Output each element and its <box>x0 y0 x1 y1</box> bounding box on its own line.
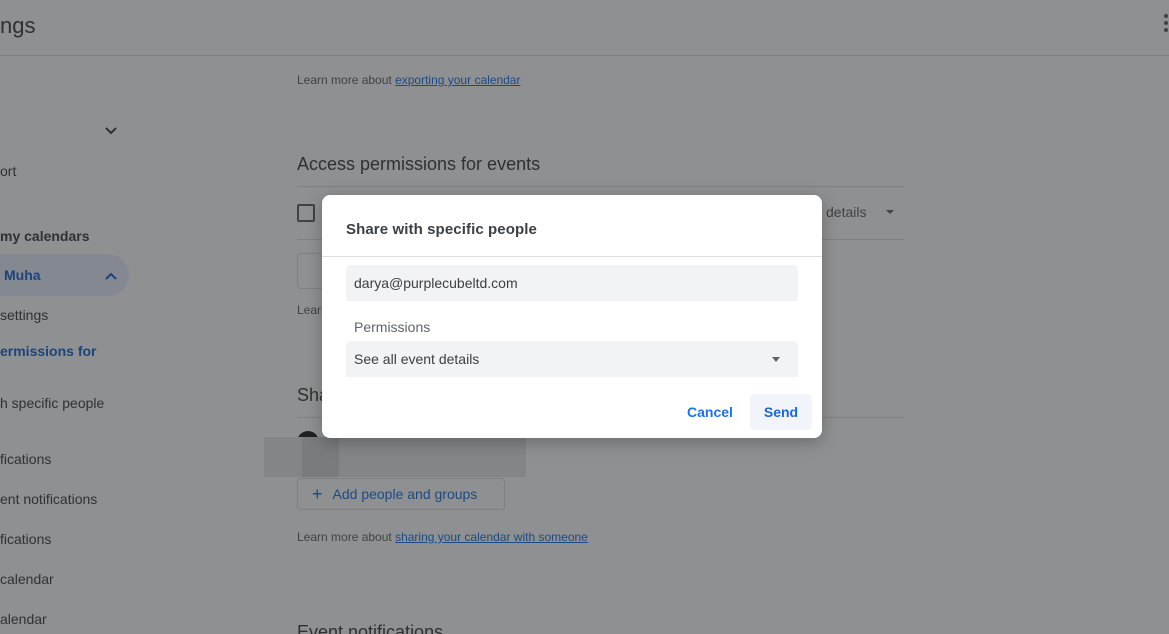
permissions-select[interactable]: See all event details <box>346 341 798 377</box>
cancel-button[interactable]: Cancel <box>678 394 742 430</box>
dropdown-arrow-icon <box>772 357 780 362</box>
dialog-divider <box>322 256 822 257</box>
email-field[interactable]: darya@purplecubeltd.com <box>346 265 798 301</box>
permissions-value: See all event details <box>354 351 480 367</box>
dialog-title: Share with specific people <box>346 221 537 238</box>
permissions-label: Permissions <box>354 319 431 335</box>
send-button[interactable]: Send <box>750 394 812 430</box>
share-dialog: Share with specific people darya@purplec… <box>322 195 822 438</box>
